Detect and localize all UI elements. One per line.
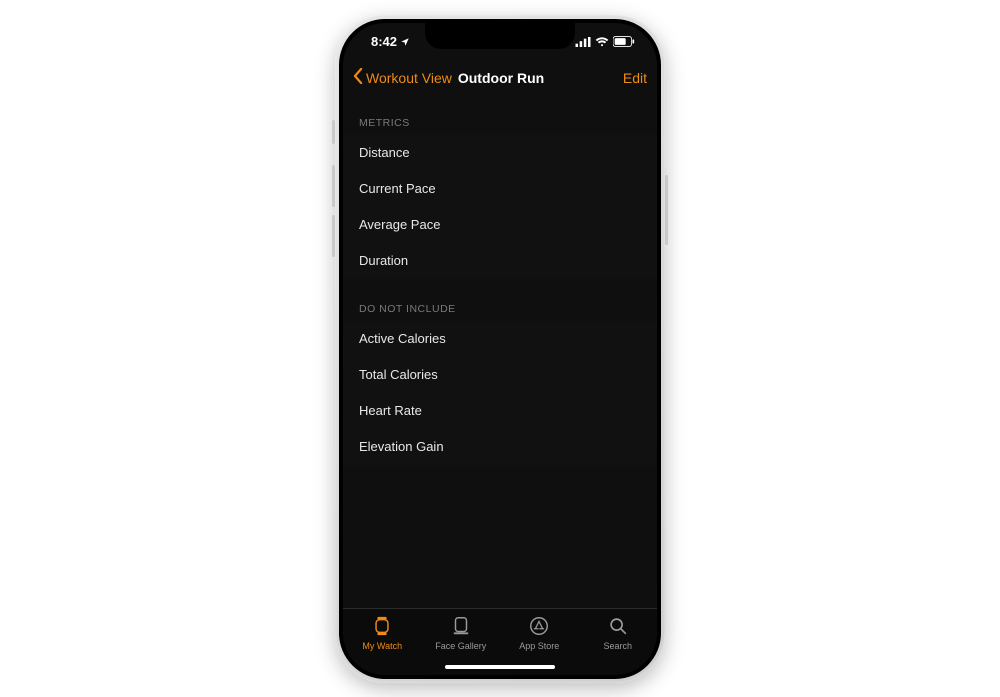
notch — [425, 23, 575, 49]
tab-label: My Watch — [362, 641, 402, 651]
tab-label: Face Gallery — [435, 641, 486, 651]
back-label: Workout View — [366, 70, 452, 86]
list-item[interactable]: Heart Rate — [343, 393, 657, 429]
edit-button[interactable]: Edit — [623, 70, 647, 86]
tab-search[interactable]: Search — [579, 615, 658, 651]
tab-face-gallery[interactable]: Face Gallery — [422, 615, 501, 651]
home-indicator[interactable] — [445, 665, 555, 669]
list-item[interactable]: Duration — [343, 243, 657, 279]
list-item[interactable]: Active Calories — [343, 321, 657, 357]
mute-switch — [332, 120, 335, 144]
phone-frame: 8:42 — [335, 15, 665, 683]
nav-bar: Workout View Outdoor Run Edit — [343, 61, 657, 95]
cellular-signal-icon — [575, 37, 591, 47]
section-header-metrics: METRICS — [343, 109, 657, 135]
tab-label: Search — [603, 641, 632, 651]
list-item[interactable]: Current Pace — [343, 171, 657, 207]
list-item[interactable]: Elevation Gain — [343, 429, 657, 465]
battery-icon — [613, 36, 635, 47]
status-time: 8:42 — [371, 34, 397, 49]
metrics-group: Distance Current Pace Average Pace Durat… — [343, 135, 657, 279]
watch-icon — [371, 615, 393, 639]
section-header-exclude: DO NOT INCLUDE — [343, 295, 657, 321]
exclude-group: Active Calories Total Calories Heart Rat… — [343, 321, 657, 465]
volume-down-button — [332, 215, 335, 257]
wifi-icon — [595, 37, 609, 47]
face-gallery-icon — [450, 615, 472, 639]
list-item[interactable]: Distance — [343, 135, 657, 171]
settings-list: METRICS Distance Current Pace Average Pa… — [343, 95, 657, 465]
screen: 8:42 — [343, 23, 657, 675]
back-button[interactable]: Workout View Outdoor Run — [353, 68, 544, 87]
volume-up-button — [332, 165, 335, 207]
tab-my-watch[interactable]: My Watch — [343, 615, 422, 651]
power-button — [665, 175, 668, 245]
location-icon — [400, 37, 410, 47]
page-title: Outdoor Run — [458, 70, 544, 86]
chevron-left-icon — [353, 68, 364, 87]
tab-app-store[interactable]: App Store — [500, 615, 579, 651]
app-store-icon — [528, 615, 550, 639]
search-icon — [607, 615, 629, 639]
tab-label: App Store — [519, 641, 559, 651]
list-item[interactable]: Average Pace — [343, 207, 657, 243]
list-item[interactable]: Total Calories — [343, 357, 657, 393]
